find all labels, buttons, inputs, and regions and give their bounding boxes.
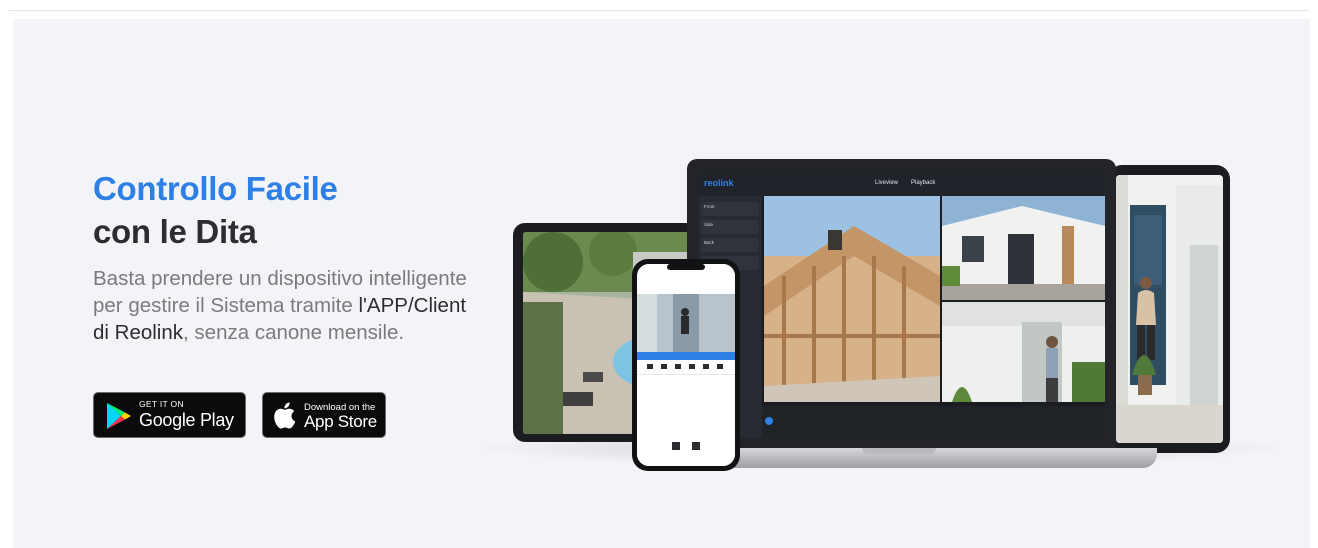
camera-name: Side [704, 222, 714, 227]
description: Basta prendere un dispositivo intelligen… [93, 265, 473, 346]
headline-accent: Controllo Facile [93, 170, 338, 207]
camera-list-item[interactable]: Side [701, 220, 759, 234]
camera-list-item[interactable]: Front [701, 202, 759, 216]
app-store-label: App Store [304, 412, 377, 431]
google-play-small-label: GET IT ON [139, 399, 184, 409]
house-front-camera-feed[interactable] [942, 196, 1105, 300]
playback-bar[interactable] [762, 406, 1105, 438]
camera-name: Back [704, 240, 715, 245]
laptop-screen: reolink Liveview Playback Front Side Bac… [698, 172, 1105, 438]
tab-playback[interactable]: Playback [911, 180, 935, 186]
tablet-right-screen [1116, 175, 1223, 443]
laptop: reolink Liveview Playback Front Side Bac… [687, 159, 1116, 449]
app-header: reolink Liveview Playback [698, 172, 1105, 196]
description-text-end: , senza canone mensile. [183, 321, 405, 344]
google-play-label: Google Play [139, 410, 234, 430]
tab-liveview[interactable]: Liveview [875, 180, 898, 186]
camera-list-item[interactable]: Back [701, 238, 759, 252]
google-play-button[interactable]: GET IT ON Google Play [93, 392, 246, 438]
app-store-button[interactable]: Download on the App Store [262, 392, 386, 438]
headline-main: con le Dita [93, 213, 257, 250]
phone-app-screen [637, 264, 735, 466]
smartphone [632, 259, 740, 471]
phone-screen [637, 264, 735, 466]
construction-camera-feed[interactable] [764, 196, 940, 402]
side-door-camera-feed[interactable] [942, 302, 1105, 402]
google-play-icon [107, 403, 131, 429]
camera-name: Front [704, 204, 715, 209]
apple-icon [274, 402, 296, 429]
tablet-right [1108, 165, 1230, 453]
doorway-camera-feed [1116, 175, 1223, 443]
app-logo: reolink [704, 178, 734, 188]
play-icon[interactable] [765, 417, 773, 425]
laptop-notch [862, 448, 936, 454]
